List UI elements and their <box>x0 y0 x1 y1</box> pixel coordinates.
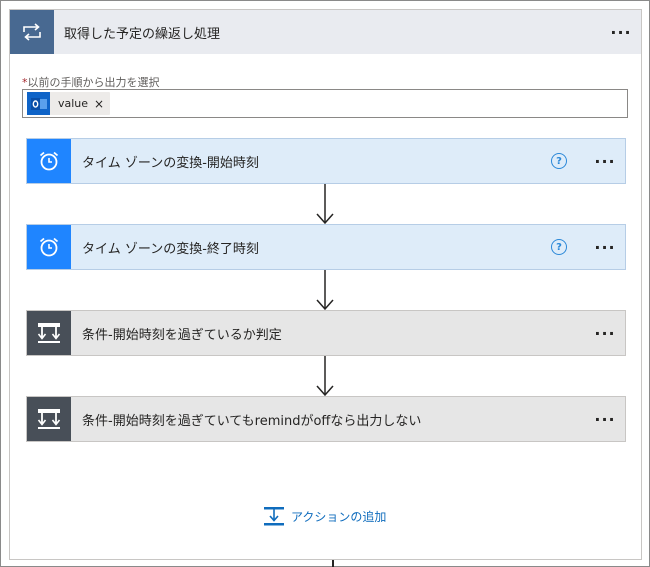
step-more-menu-icon[interactable]: ··· <box>585 238 625 257</box>
add-action-icon <box>264 507 284 526</box>
connector-line <box>332 560 334 567</box>
step-more-menu-icon[interactable]: ··· <box>585 152 625 171</box>
step-title: タイム ゾーンの変換-開始時刻 <box>82 155 259 171</box>
step-timezone-end[interactable]: タイム ゾーンの変換-終了時刻 ? ··· <box>26 224 626 270</box>
help-icon[interactable]: ? <box>551 239 567 255</box>
step-more-menu-icon[interactable]: ··· <box>585 324 625 343</box>
add-action-label: アクションの追加 <box>291 509 387 524</box>
down-arrow-icon <box>316 184 334 225</box>
outlook-icon <box>27 92 50 115</box>
loop-header[interactable]: 取得した予定の繰返し処理 ··· <box>10 10 641 54</box>
token-label: value <box>58 97 89 110</box>
condition-icon <box>27 311 71 355</box>
step-condition-start-passed[interactable]: 条件-開始時刻を過ぎているか判定 ··· <box>26 310 626 356</box>
step-title: 条件-開始時刻を過ぎていてもremindがoffなら出力しない <box>82 413 422 429</box>
alarm-clock-icon <box>27 225 71 269</box>
down-arrow-icon <box>316 356 334 397</box>
loop-icon <box>10 10 54 54</box>
alarm-clock-icon <box>27 139 71 183</box>
step-title: タイム ゾーンの変換-終了時刻 <box>82 241 259 257</box>
step-timezone-start[interactable]: タイム ゾーンの変換-開始時刻 ? ··· <box>26 138 626 184</box>
help-icon[interactable]: ? <box>551 153 567 169</box>
add-action-button[interactable]: アクションの追加 <box>263 506 386 526</box>
apply-to-each-card: 取得した予定の繰返し処理 ··· *以前の手順から出力を選択 value × タ… <box>9 9 642 567</box>
value-token[interactable]: value × <box>27 92 111 115</box>
select-output-label: *以前の手順から出力を選択 <box>22 74 160 90</box>
condition-icon <box>27 397 71 441</box>
loop-title: 取得した予定の繰返し処理 <box>64 26 221 42</box>
step-more-menu-icon[interactable]: ··· <box>585 410 625 429</box>
step-condition-remind-off[interactable]: 条件-開始時刻を過ぎていてもremindがoffなら出力しない ··· <box>26 396 626 442</box>
select-output-label-text: 以前の手順から出力を選択 <box>27 76 160 89</box>
token-remove-icon[interactable]: × <box>94 97 110 111</box>
down-arrow-icon <box>316 270 334 311</box>
loop-more-menu-icon[interactable]: ··· <box>601 23 641 42</box>
select-output-input[interactable]: value × <box>22 89 628 118</box>
step-title: 条件-開始時刻を過ぎているか判定 <box>82 327 282 343</box>
window-frame: 取得した予定の繰返し処理 ··· *以前の手順から出力を選択 value × タ… <box>0 0 650 567</box>
